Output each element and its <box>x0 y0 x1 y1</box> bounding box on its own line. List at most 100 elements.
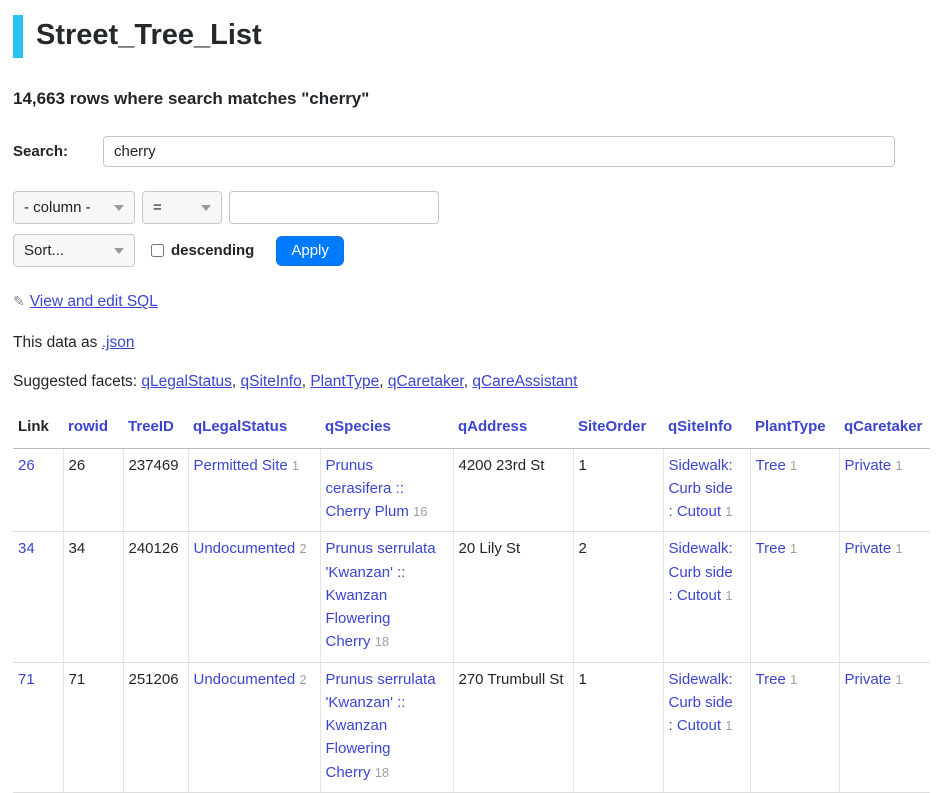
sort-column-link-qAddress[interactable]: qAddress <box>458 418 527 435</box>
sort-column-link-TreeID[interactable]: TreeID <box>128 418 174 435</box>
column-header-Link: Link <box>13 410 63 448</box>
cell-species: Prunus serrulata 'Kwanzan' :: Kwanzan Fl… <box>320 532 453 662</box>
facet-count: 2 <box>299 672 306 687</box>
cell-planttype: Tree 1 <box>750 662 839 792</box>
cell-legal: Undocumented 2 <box>188 532 320 662</box>
facet-count: 1 <box>895 541 902 556</box>
sort-column-link-qSiteInfo[interactable]: qSiteInfo <box>668 418 732 435</box>
facet-value-link[interactable]: Sidewalk: Curb side : Cutout <box>669 540 733 604</box>
cell-rowid: 71 <box>63 662 123 792</box>
cell-caretaker: Private 1 <box>839 448 930 532</box>
facet-link-qCaretaker[interactable]: qCaretaker <box>388 373 464 390</box>
suggested-facets-row: Suggested facets: qLegalStatus, qSiteInf… <box>13 373 930 391</box>
column-header-qLegalStatus: qLegalStatus <box>188 410 320 448</box>
table-body: 2626237469Permitted Site 1Prunus cerasif… <box>13 448 930 792</box>
filter-op-select[interactable]: = <box>142 191 222 224</box>
search-label: Search: <box>13 143 103 160</box>
facet-count: 18 <box>375 765 389 780</box>
cell-siteinfo: Sidewalk: Curb side : Cutout 1 <box>663 662 750 792</box>
cell-address: 270 Trumbull St <box>453 662 573 792</box>
facet-value-link[interactable]: Tree <box>756 540 786 557</box>
table-row: 7171251206Undocumented 2Prunus serrulata… <box>13 662 930 792</box>
table-header-row: Link rowid TreeID qLegalStatus qSpecies qAddr… <box>13 410 930 448</box>
sort-select[interactable]: Sort... <box>13 234 135 267</box>
cell-planttype: Tree 1 <box>750 532 839 662</box>
facet-value-link[interactable]: Private <box>845 671 892 688</box>
cell-siteorder: 1 <box>573 448 663 532</box>
facet-link-qCareAssistant[interactable]: qCareAssistant <box>472 373 577 390</box>
filter-column-select[interactable]: - column - <box>13 191 135 224</box>
facet-count: 1 <box>790 672 797 687</box>
cell-caretaker: Private 1 <box>839 662 930 792</box>
row-detail-link[interactable]: 26 <box>18 457 35 474</box>
filter-row: - column - = <box>13 191 930 224</box>
cell-treeid: 240126 <box>123 532 188 662</box>
view-edit-sql-link[interactable]: View and edit SQL <box>30 293 158 310</box>
facet-count: 1 <box>725 504 732 519</box>
facet-value-link[interactable]: Private <box>845 540 892 557</box>
json-link[interactable]: .json <box>102 334 135 351</box>
filter-value-input[interactable] <box>229 191 439 224</box>
cell-legal: Permitted Site 1 <box>188 448 320 532</box>
sort-column-link-qSpecies[interactable]: qSpecies <box>325 418 391 435</box>
facet-links: qLegalStatus, qSiteInfo, PlantType, qCar… <box>141 373 577 390</box>
facet-link-qLegalStatus[interactable]: qLegalStatus <box>141 373 232 390</box>
search-form: Search: <box>13 136 930 167</box>
column-header-qSiteInfo: qSiteInfo <box>663 410 750 448</box>
facet-link-qSiteInfo[interactable]: qSiteInfo <box>241 373 302 390</box>
cell-siteorder: 1 <box>573 662 663 792</box>
sort-column-link-qLegalStatus[interactable]: qLegalStatus <box>193 418 287 435</box>
facet-value-link[interactable]: Sidewalk: Curb side : Cutout <box>669 457 733 521</box>
sort-column-link-SiteOrder[interactable]: SiteOrder <box>578 418 646 435</box>
facet-value-link[interactable]: Private <box>845 457 892 474</box>
cell-species: Prunus serrulata 'Kwanzan' :: Kwanzan Fl… <box>320 662 453 792</box>
cell-address: 4200 23rd St <box>453 448 573 532</box>
data-as-prefix: This data as <box>13 334 97 351</box>
facet-value-link[interactable]: Undocumented <box>194 540 296 557</box>
cell-species: Prunus cerasifera :: Cherry Plum 16 <box>320 448 453 532</box>
cell-treeid: 237469 <box>123 448 188 532</box>
search-input[interactable] <box>103 136 895 167</box>
facet-value-link[interactable]: Undocumented <box>194 671 296 688</box>
results-table: Link rowid TreeID qLegalStatus qSpecies qAddr… <box>13 410 930 793</box>
column-header-qSpecies: qSpecies <box>320 410 453 448</box>
sort-row: Sort... descending Apply <box>13 234 930 267</box>
apply-button[interactable]: Apply <box>276 236 344 266</box>
column-header-qAddress: qAddress <box>453 410 573 448</box>
cell-link: 26 <box>13 448 63 532</box>
column-header-qCaretaker: qCaretaker <box>839 410 930 448</box>
column-header-rowid: rowid <box>63 410 123 448</box>
cell-link: 34 <box>13 532 63 662</box>
sort-column-link-rowid[interactable]: rowid <box>68 418 108 435</box>
sql-link-row: ✎ View and edit SQL <box>13 293 930 311</box>
cell-treeid: 251206 <box>123 662 188 792</box>
cell-caretaker: Private 1 <box>839 532 930 662</box>
cell-siteorder: 2 <box>573 532 663 662</box>
column-header-TreeID: TreeID <box>123 410 188 448</box>
facet-count: 2 <box>299 541 306 556</box>
facet-count: 1 <box>790 541 797 556</box>
facet-value-link[interactable]: Prunus cerasifera :: Cherry Plum <box>326 457 409 521</box>
cell-siteinfo: Sidewalk: Curb side : Cutout 1 <box>663 448 750 532</box>
row-detail-link[interactable]: 34 <box>18 540 35 557</box>
facet-value-link[interactable]: Tree <box>756 671 786 688</box>
facet-link-PlantType[interactable]: PlantType <box>310 373 379 390</box>
cell-address: 20 Lily St <box>453 532 573 662</box>
sort-column-link-qCaretaker[interactable]: qCaretaker <box>844 418 922 435</box>
pencil-icon: ✎ <box>13 293 25 309</box>
facet-value-link[interactable]: Permitted Site <box>194 457 288 474</box>
facet-count: 1 <box>725 588 732 603</box>
facet-value-link[interactable]: Tree <box>756 457 786 474</box>
page-title: Street_Tree_List <box>13 15 930 58</box>
cell-siteinfo: Sidewalk: Curb side : Cutout 1 <box>663 532 750 662</box>
row-detail-link[interactable]: 71 <box>18 671 35 688</box>
descending-checkbox[interactable] <box>151 244 164 257</box>
facet-count: 18 <box>375 634 389 649</box>
data-export-row: This data as .json <box>13 334 930 352</box>
facet-count: 16 <box>413 504 427 519</box>
table-row: 3434240126Undocumented 2Prunus serrulata… <box>13 532 930 662</box>
table-row: 2626237469Permitted Site 1Prunus cerasif… <box>13 448 930 532</box>
facet-value-link[interactable]: Sidewalk: Curb side : Cutout <box>669 671 733 735</box>
cell-legal: Undocumented 2 <box>188 662 320 792</box>
sort-column-link-PlantType[interactable]: PlantType <box>755 418 826 435</box>
